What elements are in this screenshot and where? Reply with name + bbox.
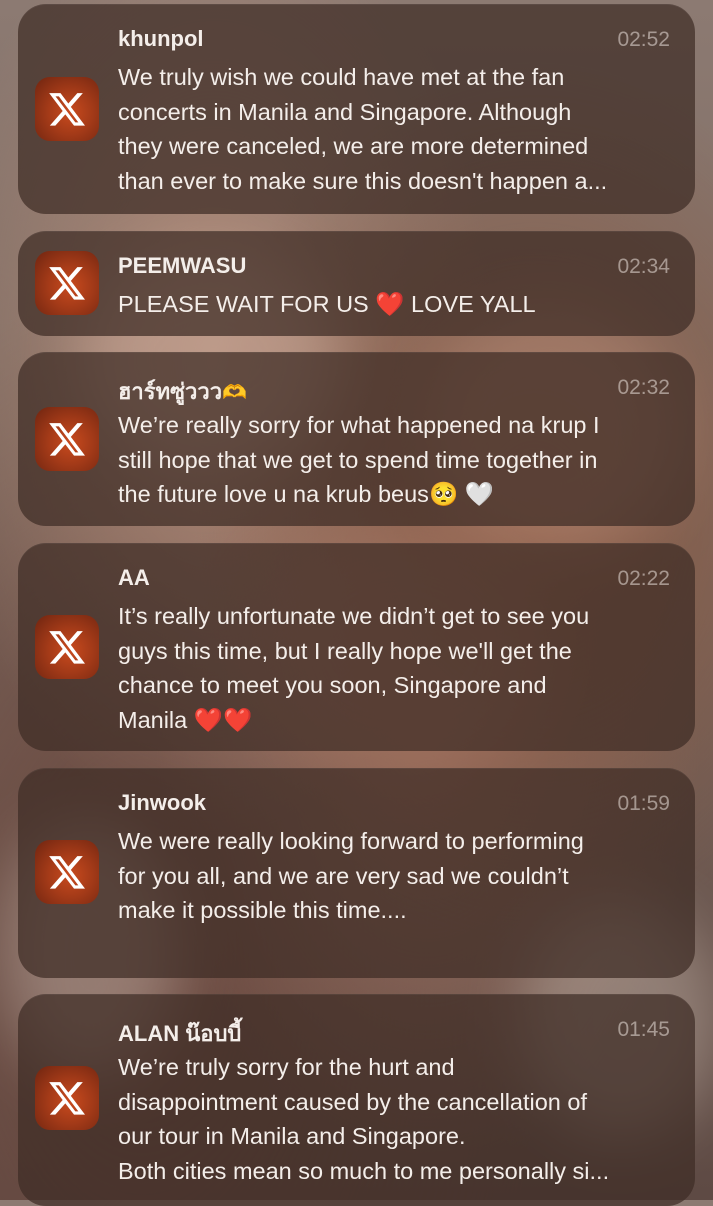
message-line: for you all, and we are very sad we coul… [118,862,569,889]
message-text: LOVE YALL [404,291,536,317]
message-line: guys this time, but I really hope we'll … [118,637,572,664]
timestamp: 01:45 [617,1018,670,1041]
x-app-icon [35,77,99,141]
message-text: the future love u na krub beus [118,481,429,507]
message-line: concerts in Manila and Singapore. Althou… [118,98,572,125]
x-app-icon [35,251,99,315]
notification-card[interactable]: ALAN น๊อบบี้ 01:45 We’re truly sorry for… [18,994,695,1206]
x-app-icon [35,840,99,904]
message-line: Both cities mean so much to me personall… [118,1157,610,1184]
message-text: Manila [118,706,188,733]
sender-name: PEEMWASU [118,253,247,278]
x-logo-icon [49,93,85,126]
x-logo-icon [49,1082,85,1115]
sender-name: AA [118,565,150,590]
message-body: We’re really sorry for what happened na … [118,408,673,512]
x-logo-icon [49,856,85,889]
x-app-icon [35,615,99,679]
message-line: they were canceled, we are more determin… [118,133,589,159]
timestamp: 02:32 [617,376,670,399]
sender-name: ALAN น๊อบบี้ [118,1021,242,1046]
message-line: our tour in Manila and Singapore. [118,1123,466,1149]
timestamp: 01:59 [617,792,670,815]
notification-card[interactable]: PEEMWASU 02:34 PLEASE WAIT FOR US ❤️ LOV… [18,231,695,336]
message-line: PLEASE WAIT FOR US ❤️ LOVE YALL [118,287,673,322]
message-body: PLEASE WAIT FOR US ❤️ LOVE YALL [118,287,673,322]
red-heart-icon: ❤️ [375,291,405,317]
message-line: still hope that we get to spend time tog… [118,446,598,473]
sender-name: khunpol [118,26,204,51]
message-body: We were really looking forward to perfor… [118,824,673,928]
heart-hands-icon: 🫶 [222,382,247,404]
message-body: We’re truly sorry for the hurt and disap… [118,1050,673,1188]
message-line: disappointment caused by the cancellatio… [118,1088,588,1115]
message-line: make it possible this time.... [118,897,407,923]
message-body: It’s really unfortunate we didn’t get to… [118,599,673,737]
message-line: We’re really sorry for what happened na … [118,412,600,438]
message-line: We truly wish we could have met at the f… [118,64,565,90]
message-text: PLEASE WAIT FOR US [118,291,376,317]
notification-card[interactable]: Jinwook 01:59 We were really looking for… [18,768,695,978]
notification-card[interactable]: AA 02:22 It’s really unfortunate we didn… [18,543,695,751]
timestamp: 02:22 [617,567,670,590]
red-heart-icon: ❤️ [223,706,253,733]
sender-text: ฮาร์ทซู่ววว [118,379,223,404]
message-line: It’s really unfortunate we didn’t get to… [118,603,590,629]
message-line: We’re truly sorry for the hurt and [118,1054,455,1080]
message-line: chance to meet you soon, Singapore and [118,672,547,698]
timestamp: 02:52 [617,28,670,51]
white-heart-icon: 🤍 [464,481,494,507]
timestamp: 02:34 [617,255,670,278]
x-logo-icon [49,267,85,300]
notification-card[interactable]: khunpol 02:52 We truly wish we could hav… [18,4,695,214]
notification-card[interactable]: ฮาร์ทซู่ววว🫶 02:32 We’re really sorry fo… [18,352,695,526]
message-line: the future love u na krub beus🥺 🤍 [118,477,673,512]
sender-name: ฮาร์ทซู่ววว🫶 [118,374,247,409]
x-app-icon [35,407,99,471]
message-line: Manila ❤️❤️ [118,703,673,738]
pleading-face-icon: 🥺 [428,481,459,507]
x-logo-icon [49,423,85,456]
sender-name: Jinwook [118,790,207,815]
message-body: We truly wish we could have met at the f… [118,60,673,198]
message-line: We were really looking forward to perfor… [118,828,584,854]
x-logo-icon [49,631,85,664]
red-heart-icon: ❤️ [193,706,224,733]
message-line: than ever to make sure this doesn't happ… [118,167,608,194]
x-app-icon [35,1066,99,1130]
